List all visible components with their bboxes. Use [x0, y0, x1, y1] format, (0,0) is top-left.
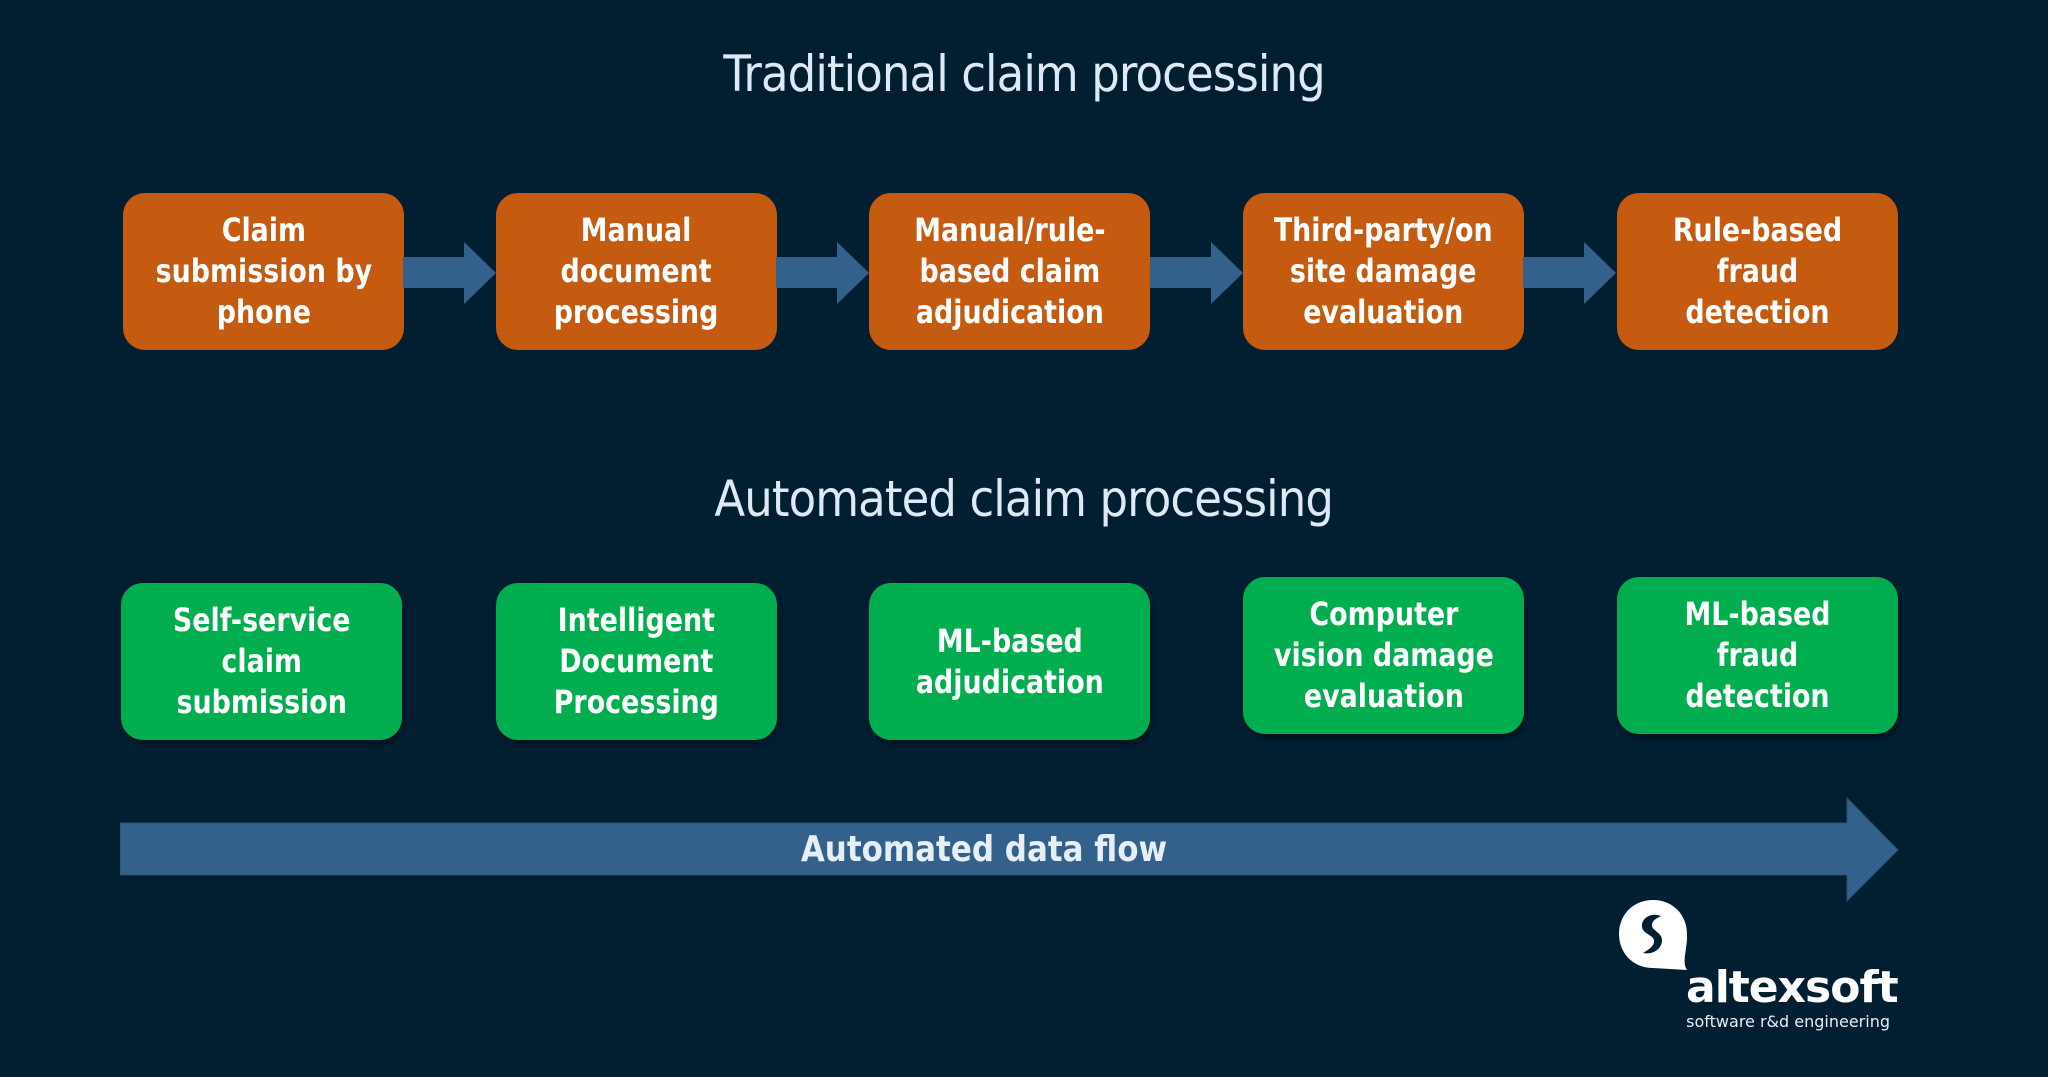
- step-label: Intelligent Document Processing: [553, 601, 720, 721]
- traditional-step-3: Manual/rule- based claim adjudication: [869, 193, 1150, 350]
- right-arrow-icon: [403, 242, 496, 304]
- right-arrow-icon: [1150, 242, 1243, 304]
- step-label: Claim submission by phone: [155, 211, 372, 331]
- automated-data-flow-label: Automated data flow: [120, 823, 1847, 875]
- traditional-title-text: Traditional claim processing: [723, 45, 1325, 103]
- traditional-step-2: Manual document processing: [496, 193, 777, 350]
- traditional-step-4: Third-party/on site damage evaluation: [1243, 193, 1524, 350]
- right-arrow-icon: [1523, 242, 1616, 304]
- automated-section-title: Automated claim processing: [0, 470, 2048, 528]
- step-label: Self-service claim submission: [172, 601, 351, 721]
- step-label: Computer vision damage evaluation: [1273, 595, 1494, 715]
- automated-step-3: ML-based adjudication: [869, 583, 1150, 740]
- flow-label-text: Automated data flow: [800, 828, 1167, 870]
- traditional-section-title: Traditional claim processing: [0, 45, 2048, 103]
- traditional-step-1: Claim submission by phone: [123, 193, 404, 350]
- step-label: ML-based adjudication: [915, 621, 1104, 701]
- step-label: Rule-based fraud detection: [1672, 211, 1843, 331]
- automated-title-text: Automated claim processing: [714, 470, 1335, 528]
- automated-step-1: Self-service claim submission: [121, 583, 402, 740]
- logo-tagline: software r&d engineering: [1686, 1012, 1890, 1031]
- automated-step-5: ML-based fraud detection: [1617, 577, 1898, 734]
- altexsoft-logo-icon: [1619, 900, 1687, 970]
- logo-wordmark: altexsoft: [1686, 962, 1899, 1013]
- traditional-step-5: Rule-based fraud detection: [1617, 193, 1898, 350]
- automated-step-2: Intelligent Document Processing: [496, 583, 777, 740]
- step-label: Manual document processing: [554, 211, 719, 331]
- step-label: ML-based fraud detection: [1684, 595, 1831, 715]
- step-label: Third-party/on site damage evaluation: [1274, 211, 1493, 331]
- step-label: Manual/rule- based claim adjudication: [913, 211, 1106, 331]
- automated-step-4: Computer vision damage evaluation: [1243, 577, 1524, 734]
- right-arrow-icon: [776, 242, 869, 304]
